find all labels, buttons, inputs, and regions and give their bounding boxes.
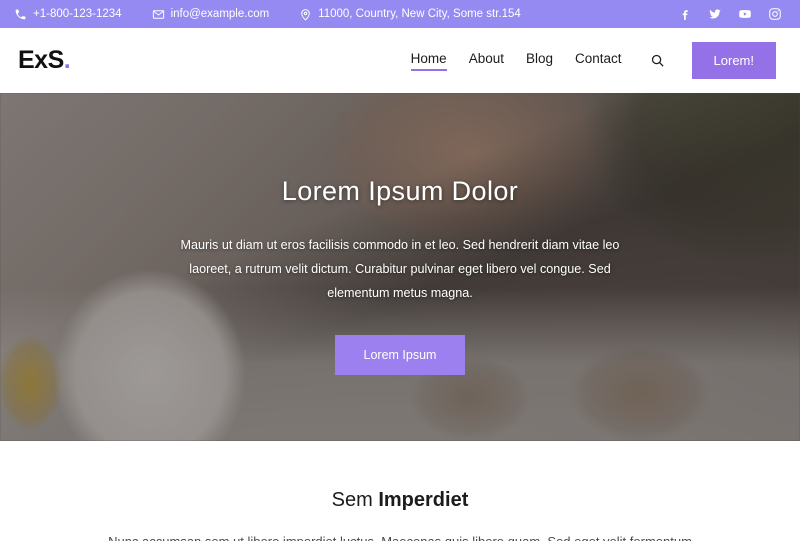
section-title-bold: Imperdiet bbox=[378, 489, 469, 511]
hero-banner: Lorem Ipsum Dolor Mauris ut diam ut eros… bbox=[0, 93, 800, 441]
site-logo[interactable]: ExS. bbox=[18, 46, 71, 75]
hero-content: Lorem Ipsum Dolor Mauris ut diam ut eros… bbox=[0, 93, 800, 375]
mail-icon bbox=[152, 8, 165, 21]
youtube-icon[interactable] bbox=[738, 7, 752, 21]
search-icon bbox=[650, 53, 665, 68]
section-title: Sem Imperdiet bbox=[0, 489, 800, 512]
location-pin-icon bbox=[299, 8, 312, 21]
contact-phone-text: +1-800-123-1234 bbox=[33, 8, 122, 20]
nav-item-about[interactable]: About bbox=[469, 51, 504, 70]
hero-title: Lorem Ipsum Dolor bbox=[281, 176, 519, 206]
contact-address[interactable]: 11000, Country, New City, Some str.154 bbox=[299, 8, 521, 21]
logo-dot: . bbox=[63, 46, 71, 74]
nav-item-contact[interactable]: Contact bbox=[575, 51, 622, 70]
header-cta-button[interactable]: Lorem! bbox=[691, 42, 776, 79]
facebook-icon[interactable] bbox=[678, 7, 692, 21]
contact-email-text: info@example.com bbox=[170, 8, 270, 20]
phone-icon bbox=[14, 8, 27, 21]
hero-subtitle: Mauris ut diam ut eros facilisis commodo… bbox=[180, 238, 620, 301]
nav-item-blog[interactable]: Blog bbox=[526, 51, 553, 70]
contact-address-text: 11000, Country, New City, Some str.154 bbox=[318, 8, 521, 20]
logo-text: ExS bbox=[18, 46, 64, 74]
contact-group: +1-800-123-1234 info@example.com 11000, … bbox=[14, 8, 521, 21]
site-header: ExS. Home About Blog Contact Lorem! bbox=[0, 28, 800, 93]
main-navigation: Home About Blog Contact bbox=[410, 51, 622, 71]
contact-phone[interactable]: +1-800-123-1234 bbox=[14, 8, 122, 21]
contact-email[interactable]: info@example.com bbox=[152, 8, 270, 21]
nav-item-home[interactable]: Home bbox=[410, 51, 447, 71]
twitter-icon[interactable] bbox=[708, 7, 722, 21]
section-subtitle: Nunc accumsan sem ut libero imperdiet lu… bbox=[90, 532, 710, 541]
imperdiet-section: Sem Imperdiet Nunc accumsan sem ut liber… bbox=[0, 441, 800, 541]
top-contact-bar: +1-800-123-1234 info@example.com 11000, … bbox=[0, 0, 800, 28]
hero-cta-button[interactable]: Lorem Ipsum bbox=[334, 334, 466, 375]
instagram-icon[interactable] bbox=[768, 7, 782, 21]
search-button[interactable] bbox=[647, 50, 669, 72]
social-links bbox=[678, 7, 786, 21]
section-title-light: Sem bbox=[331, 489, 379, 511]
